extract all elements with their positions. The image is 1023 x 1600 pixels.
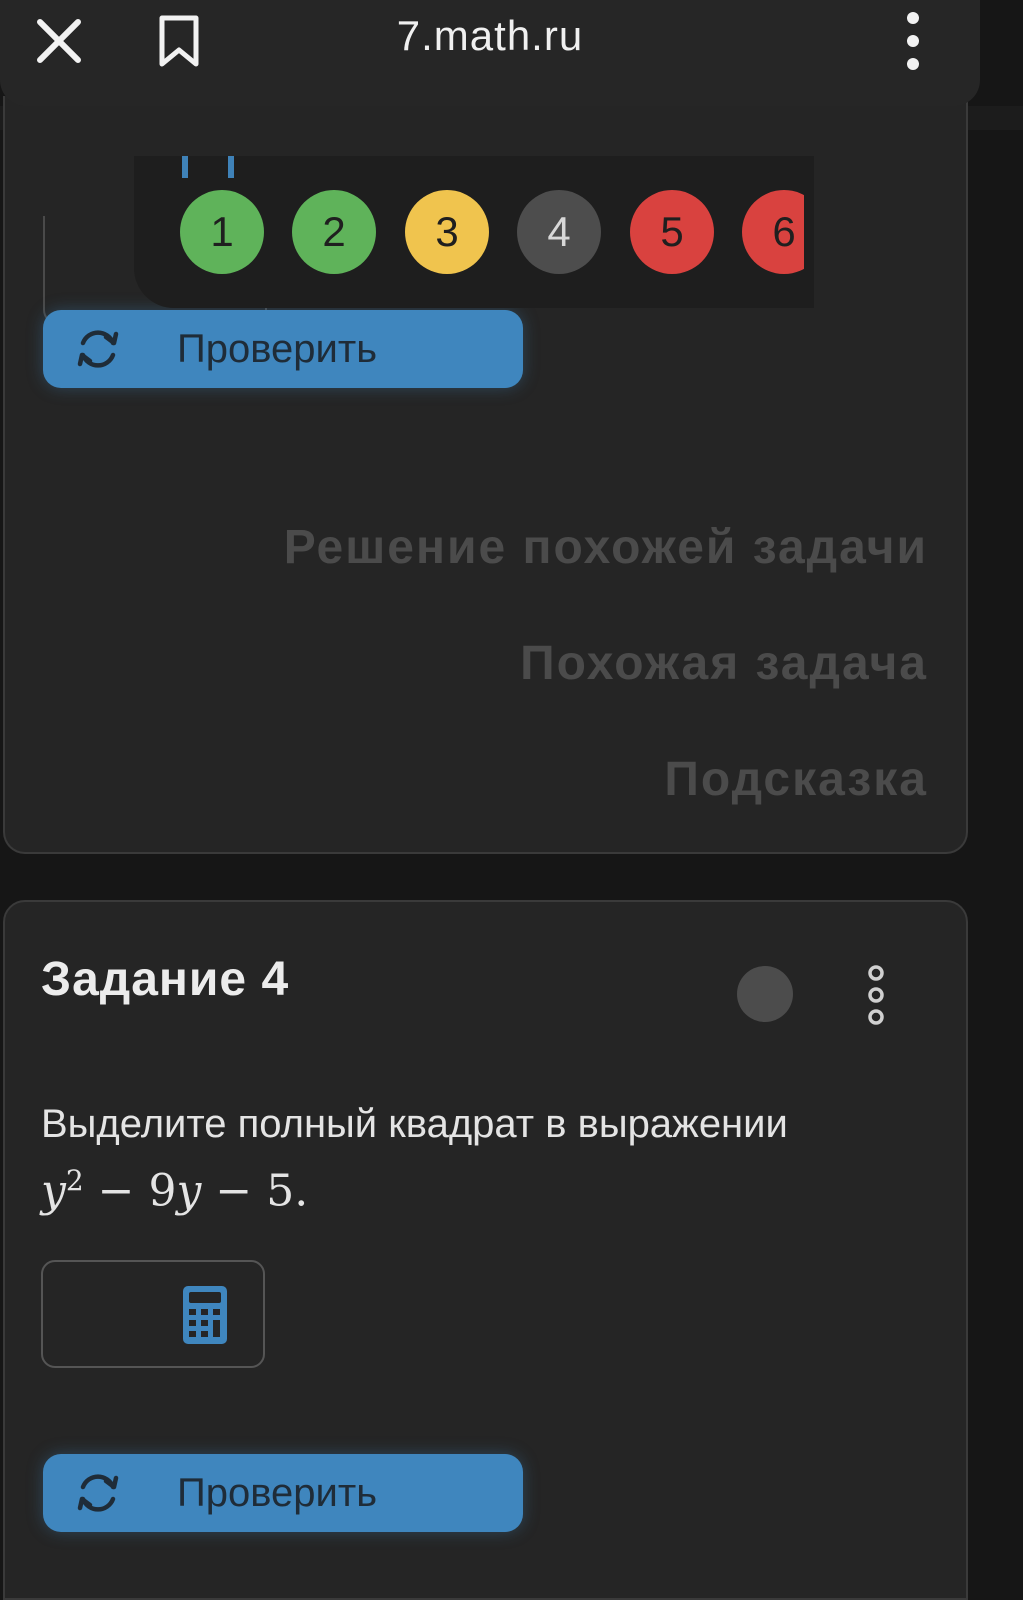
more-vertical-icon[interactable] (865, 964, 887, 1026)
score-item-6[interactable]: 6 (742, 190, 804, 274)
bookmark-icon[interactable] (156, 14, 202, 68)
task-formula: y2 − 9y − 5. (41, 1164, 308, 1217)
check-button[interactable]: Проверить (43, 1454, 523, 1532)
score-item-2[interactable]: 2 (292, 190, 376, 274)
score-item-4[interactable]: 4 (517, 190, 601, 274)
refresh-icon (77, 330, 119, 368)
check-button-label: Проверить (177, 326, 378, 371)
refresh-icon (77, 1474, 119, 1512)
url-text[interactable]: 7.math.ru (300, 12, 680, 60)
check-button[interactable]: Проверить (43, 310, 523, 388)
task-score-bar: 1 2 3 4 5 6 (134, 156, 814, 308)
task-title: Задание 4 (41, 953, 290, 1006)
more-vertical-icon[interactable] (898, 10, 928, 72)
score-items: 1 2 3 4 5 6 (134, 156, 804, 308)
check-button-label: Проверить (177, 1470, 378, 1515)
similar-task-link[interactable]: Похожая задача (520, 636, 928, 691)
formula-exponent: 2 (65, 1164, 84, 1197)
score-item-1[interactable]: 1 (180, 190, 264, 274)
formula-variable: y (176, 1165, 202, 1217)
hint-link[interactable]: Подсказка (664, 752, 928, 807)
formula-term: − 9 (83, 1165, 177, 1217)
answer-input[interactable] (41, 1260, 265, 1368)
score-item-3[interactable]: 3 (405, 190, 489, 274)
formula-term: − 5. (201, 1165, 309, 1217)
score-item-5[interactable]: 5 (630, 190, 714, 274)
calculator-icon[interactable] (183, 1286, 227, 1344)
close-icon[interactable] (34, 18, 84, 64)
similar-solution-link[interactable]: Решение похожей задачи (284, 520, 928, 575)
browser-toolbar: 7.math.ru (0, 0, 980, 106)
task-status-indicator (737, 966, 793, 1022)
task-4-card: Задание 4 Выделите полный квадрат в выра… (3, 900, 968, 1600)
task-statement: Выделите полный квадрат в выражении (41, 1102, 788, 1146)
formula-variable: y (41, 1165, 66, 1217)
